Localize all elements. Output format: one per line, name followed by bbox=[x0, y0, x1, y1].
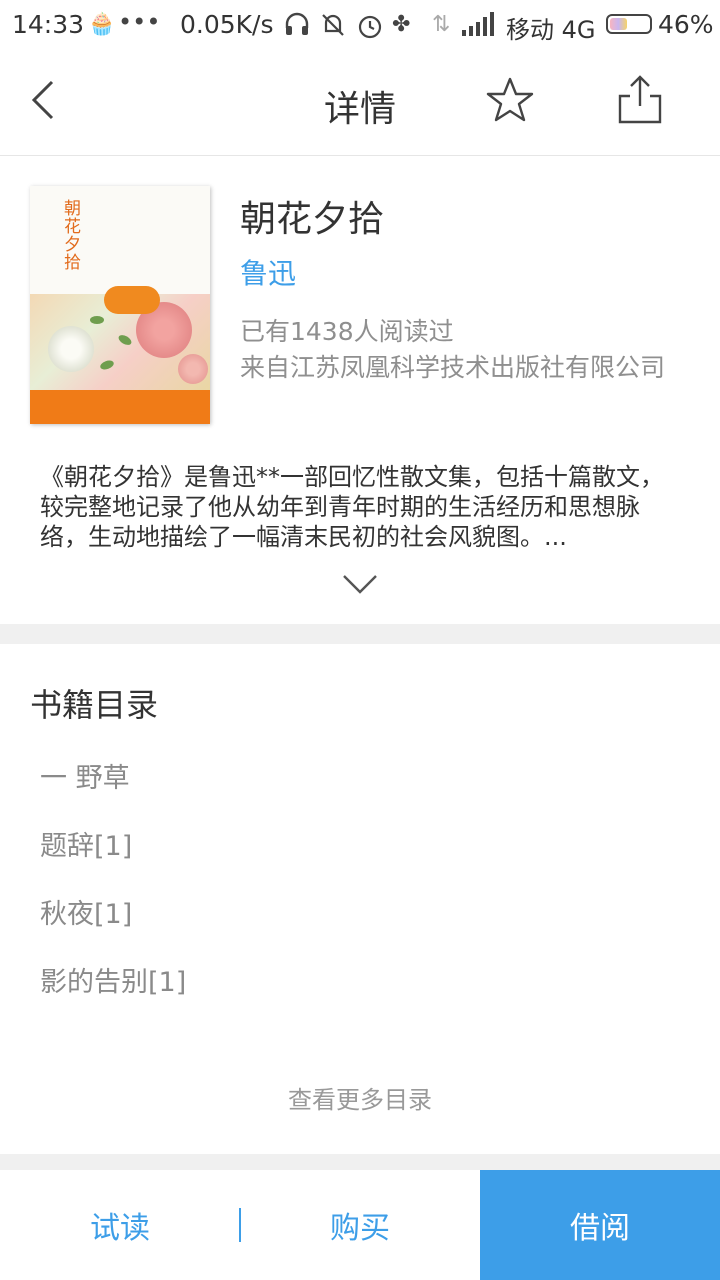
toc-item[interactable]: 秋夜[1] bbox=[40, 892, 132, 931]
trial-read-button[interactable]: 试读 bbox=[0, 1170, 240, 1280]
cake-icon: 🧁 bbox=[88, 12, 116, 37]
cover-small-rose bbox=[178, 354, 208, 384]
cover-top bbox=[30, 186, 210, 298]
more-dots-icon: ••• bbox=[118, 8, 161, 36]
cover-leaf bbox=[90, 316, 104, 324]
data-arrows-icon: ⇅ bbox=[432, 12, 451, 37]
book-summary: 《朝花夕拾》是鲁迅**一部回忆性散文集，包括十篇散文，较完整地记录了他从幼年到青… bbox=[40, 463, 664, 551]
bottom-action-bar: 试读 购买 借阅 bbox=[0, 1170, 720, 1280]
chevron-down-icon[interactable] bbox=[342, 572, 378, 596]
book-cover[interactable]: 朝花夕拾 bbox=[30, 186, 210, 424]
share-icon[interactable] bbox=[616, 74, 664, 126]
status-bar: 14:33 🧁 ••• 0.05K/s ✤ ⇅ 移动 4G 46% bbox=[0, 0, 720, 50]
page-title: 详情 bbox=[323, 89, 396, 130]
star-icon[interactable] bbox=[486, 76, 534, 124]
book-title: 朝花夕拾 bbox=[240, 199, 385, 240]
toc-item[interactable]: 题辞[1] bbox=[40, 824, 132, 863]
headphones-icon bbox=[284, 12, 310, 42]
buy-button[interactable]: 购买 bbox=[240, 1170, 480, 1280]
toc-title: 书籍目录 bbox=[30, 686, 159, 724]
section-divider bbox=[0, 624, 720, 644]
status-time: 14:33 bbox=[12, 10, 85, 39]
cover-title: 朝花夕拾 bbox=[64, 199, 81, 273]
carrier-label: 移动 4G bbox=[506, 16, 596, 44]
reader-count: 已有1438人阅读过 bbox=[240, 317, 454, 346]
battery-icon bbox=[606, 14, 652, 34]
publisher: 来自江苏凤凰科学技术出版社有限公司 bbox=[240, 353, 666, 382]
cover-white-rose bbox=[48, 326, 94, 372]
app-header: 详情 bbox=[0, 50, 720, 156]
signal-icon bbox=[462, 12, 496, 42]
network-speed: 0.05K/s bbox=[180, 10, 274, 39]
alarm-icon bbox=[356, 12, 384, 46]
borrow-button[interactable]: 借阅 bbox=[480, 1170, 720, 1280]
section-divider bbox=[0, 1154, 720, 1170]
battery-percent: 46% bbox=[658, 10, 714, 39]
cover-bottom-band bbox=[30, 390, 210, 424]
clover-icon: ✤ bbox=[392, 12, 411, 37]
book-author-link[interactable]: 鲁迅 bbox=[240, 252, 296, 292]
toc-item[interactable]: 一 野草 bbox=[40, 756, 130, 795]
toc-item[interactable]: 影的告别[1] bbox=[40, 960, 186, 999]
mute-bell-icon bbox=[320, 12, 346, 44]
view-more-toc-button[interactable]: 查看更多目录 bbox=[0, 1080, 720, 1115]
cover-badge bbox=[104, 286, 160, 314]
